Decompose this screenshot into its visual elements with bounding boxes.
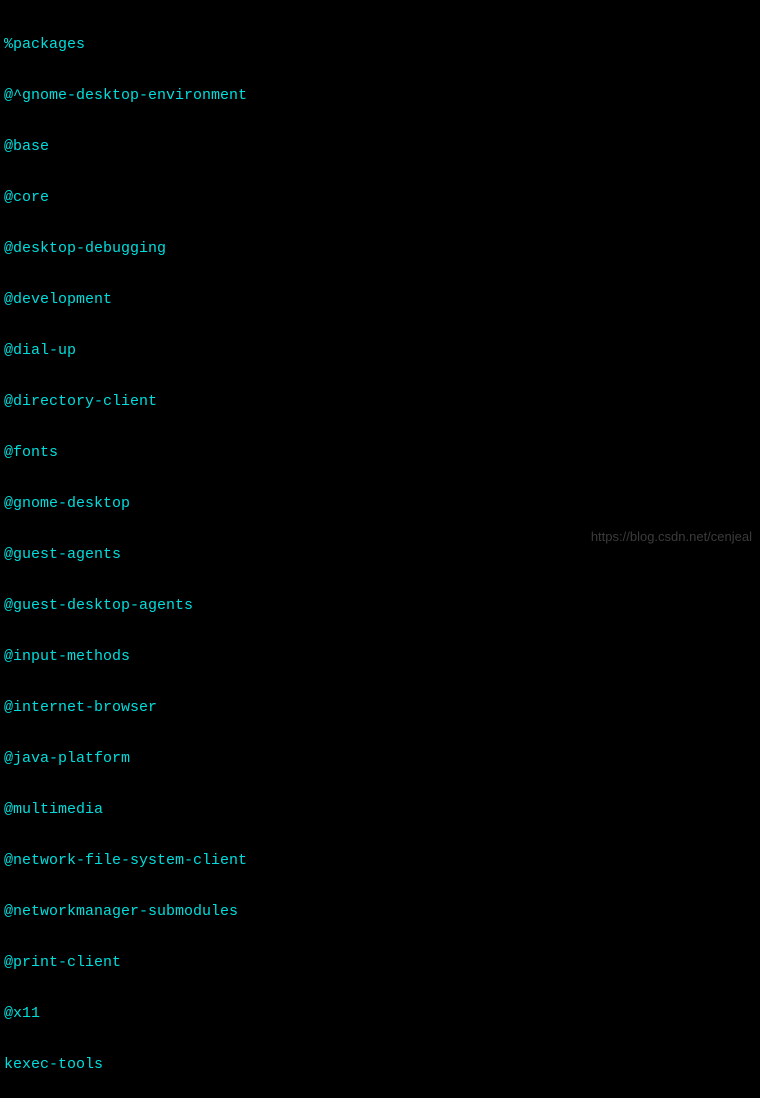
terminal-line: @core (4, 189, 756, 206)
terminal-line: @desktop-debugging (4, 240, 756, 257)
terminal-line: @^gnome-desktop-environment (4, 87, 756, 104)
terminal-line: @input-methods (4, 648, 756, 665)
terminal-line: @print-client (4, 954, 756, 971)
watermark: https://blog.csdn.net/cenjeal (591, 528, 752, 545)
terminal-line: @java-platform (4, 750, 756, 767)
terminal-line: kexec-tools (4, 1056, 756, 1073)
terminal-line: @base (4, 138, 756, 155)
terminal-line: @development (4, 291, 756, 308)
terminal-line: @x11 (4, 1005, 756, 1022)
terminal-line: @dial-up (4, 342, 756, 359)
terminal-output: %packages @^gnome-desktop-environment @b… (4, 2, 756, 1098)
terminal-line: @guest-desktop-agents (4, 597, 756, 614)
terminal-line: @internet-browser (4, 699, 756, 716)
terminal-line: @fonts (4, 444, 756, 461)
terminal-line: %packages (4, 36, 756, 53)
terminal-line: @multimedia (4, 801, 756, 818)
terminal-line: @gnome-desktop (4, 495, 756, 512)
terminal-line: @networkmanager-submodules (4, 903, 756, 920)
terminal-line: @directory-client (4, 393, 756, 410)
terminal-line: @network-file-system-client (4, 852, 756, 869)
